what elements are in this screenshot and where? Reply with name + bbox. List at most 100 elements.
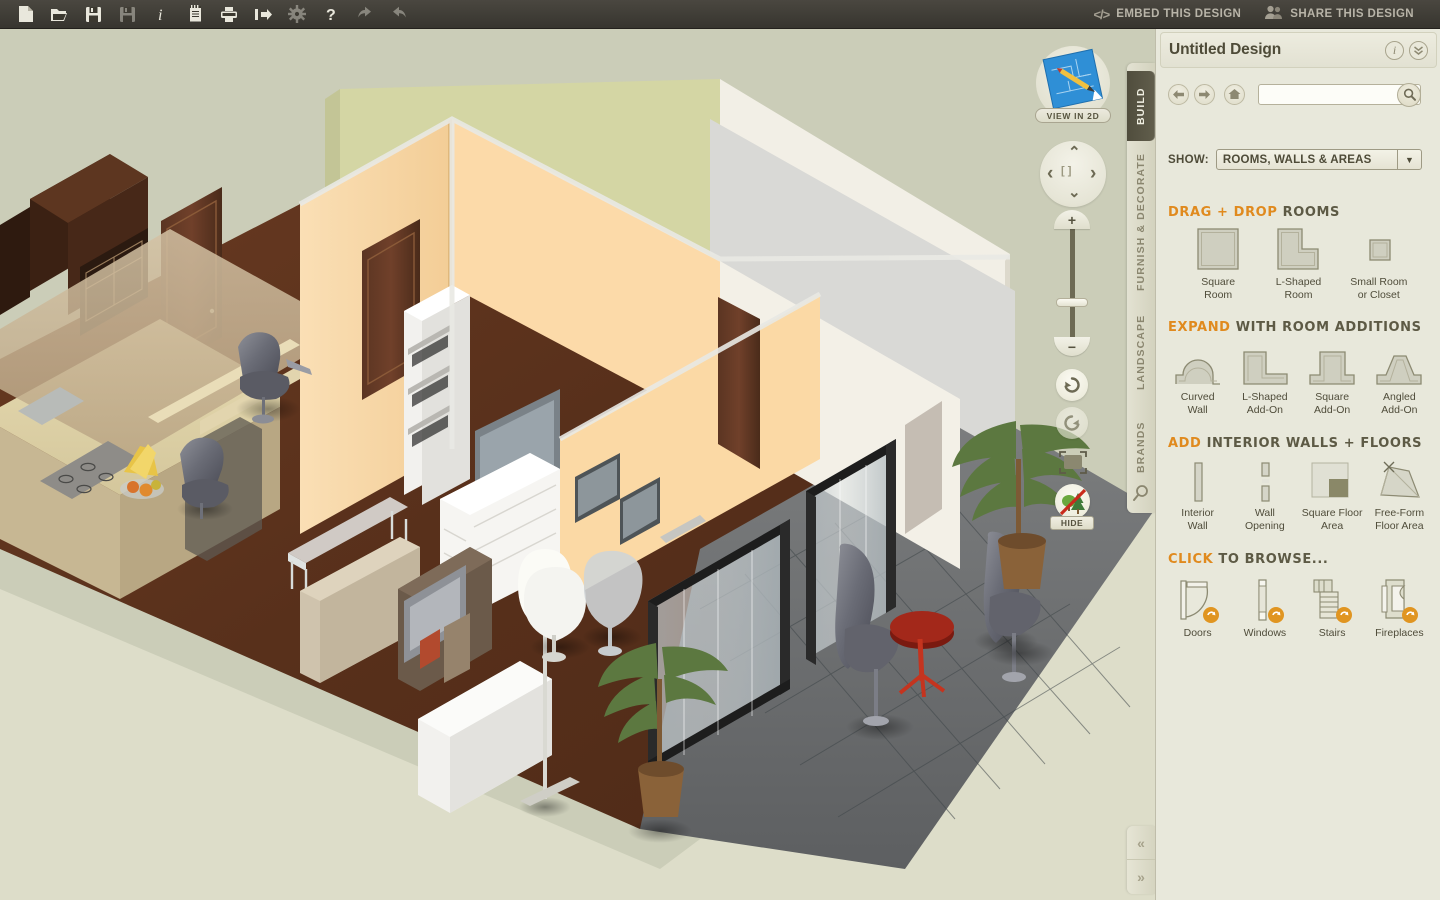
chevron-down-icon: ▼	[1396, 150, 1421, 169]
browse-windows[interactable]: Windows	[1231, 573, 1298, 640]
crop-icon	[1059, 451, 1087, 474]
pan-left-button[interactable]: ‹	[1047, 164, 1053, 183]
tool-label: Curved Wall	[1180, 391, 1215, 416]
section-drag-drop-rooms: DRAG + DROP ROOMS Square Room L-Shaped R…	[1156, 205, 1440, 301]
arrow-left-icon	[1173, 89, 1184, 99]
heading-accent: DRAG + DROP	[1168, 205, 1278, 220]
view-in-2d-label[interactable]: VIEW IN 2D	[1035, 108, 1111, 123]
section-interior-walls-floors: ADD INTERIOR WALLS + FLOORS Interior Wal…	[1156, 436, 1440, 532]
vtab-furnish-decorate[interactable]: FURNISH & DECORATE	[1127, 149, 1155, 295]
pan-up-button[interactable]: ⌃	[1068, 145, 1081, 160]
new-file-icon[interactable]	[8, 0, 42, 29]
crop-view-button[interactable]	[1056, 448, 1090, 478]
vtab-build[interactable]: BUILD	[1127, 71, 1155, 141]
tool-angled-add-on[interactable]: Angled Add-On	[1366, 341, 1433, 416]
heading-rest: WITH ROOM ADDITIONS	[1230, 320, 1422, 335]
fireplace-icon	[1374, 573, 1424, 625]
pan-center-button[interactable]: [ ]	[1061, 166, 1071, 177]
expand-panel-icon[interactable]	[1409, 40, 1428, 60]
collapse-previous-button[interactable]: «	[1127, 827, 1155, 860]
info-circle-icon[interactable]: i	[1385, 40, 1404, 60]
undo-icon[interactable]	[348, 0, 382, 29]
section-items: Interior Wall Wall Opening Square Floor …	[1156, 457, 1440, 532]
show-selected-value: ROOMS, WALLS & AREAS	[1222, 153, 1372, 166]
tool-l-shaped-room[interactable]: L-Shaped Room	[1258, 226, 1338, 301]
l-shaped-room-icon	[1275, 226, 1321, 272]
browse-fireplaces[interactable]: Fireplaces	[1366, 573, 1433, 640]
vtab-landscape[interactable]: LANDSCAPE	[1127, 301, 1155, 403]
heading-accent: CLICK	[1168, 552, 1214, 567]
heading-rest: ROOMS	[1277, 205, 1341, 220]
toolbar-actions: </> EMBED THIS DESIGN SHARE THIS DESIGN	[1081, 0, 1440, 29]
svg-text:i: i	[158, 7, 162, 23]
tool-curved-wall[interactable]: Curved Wall	[1164, 341, 1231, 416]
small-room-icon	[1356, 226, 1402, 272]
rotate-left-button[interactable]	[1056, 369, 1088, 401]
tool-label: L-Shaped Room	[1275, 276, 1322, 301]
open-folder-icon[interactable]	[42, 0, 76, 29]
canvas-search-icon[interactable]	[1131, 483, 1151, 505]
tool-label: Square Room	[1201, 276, 1236, 301]
angled-addon-icon	[1374, 341, 1424, 387]
pan-right-button[interactable]: ›	[1090, 164, 1096, 183]
tool-label: Angled Add-On	[1381, 391, 1418, 416]
section-items: Curved Wall L-Shaped Add-On Square Add-O…	[1156, 341, 1440, 416]
hide-plants-toggle[interactable]	[1055, 484, 1090, 519]
rotate-right-button[interactable]	[1056, 407, 1088, 439]
tool-label: Small Room or Closet	[1350, 276, 1408, 301]
panel-search-input[interactable]	[1259, 85, 1397, 104]
export-icon[interactable]	[246, 0, 280, 29]
nav-home-button[interactable]	[1224, 83, 1245, 105]
rotate-ccw-icon	[1064, 377, 1080, 393]
notes-icon[interactable]	[178, 0, 212, 29]
tool-label: Wall Opening	[1245, 507, 1285, 532]
share-design-button[interactable]: SHARE THIS DESIGN	[1253, 0, 1426, 29]
settings-gear-icon[interactable]	[280, 0, 314, 29]
show-select[interactable]: ROOMS, WALLS & AREAS ▼	[1215, 149, 1422, 170]
browse-doors[interactable]: Doors	[1164, 573, 1231, 640]
floorplan-3d-render	[0, 29, 1155, 900]
tool-small-room-or-closet[interactable]: Small Room or Closet	[1339, 226, 1419, 301]
print-icon[interactable]	[212, 0, 246, 29]
tool-label: Free-Form Floor Area	[1374, 507, 1425, 532]
heading-accent: ADD	[1168, 436, 1202, 451]
svg-text:?: ?	[326, 7, 336, 23]
help-icon[interactable]: ?	[314, 0, 348, 29]
info-glyph: i	[1392, 42, 1397, 57]
save-icon[interactable]	[76, 0, 110, 29]
door-icon	[1173, 573, 1223, 625]
section-items: Doors Windows Stairs Fireplaces	[1156, 573, 1440, 640]
hide-label[interactable]: HIDE	[1050, 516, 1094, 530]
nav-back-button[interactable]	[1168, 83, 1189, 105]
tool-l-shaped-add-on[interactable]: L-Shaped Add-On	[1231, 341, 1298, 416]
browse-stairs[interactable]: Stairs	[1299, 573, 1366, 640]
zoom-slider-handle[interactable]	[1056, 298, 1088, 307]
pan-down-button[interactable]: ⌄	[1068, 185, 1081, 200]
design-canvas-3d[interactable]	[0, 29, 1155, 900]
nav-forward-button[interactable]	[1194, 83, 1215, 105]
tool-square-floor-area[interactable]: Square Floor Area	[1299, 457, 1366, 532]
freeform-floor-icon	[1375, 457, 1423, 503]
panel-search-button[interactable]	[1397, 82, 1421, 107]
heading-rest: INTERIOR WALLS + FLOORS	[1201, 436, 1423, 451]
tool-square-add-on[interactable]: Square Add-On	[1299, 341, 1366, 416]
stairs-icon	[1307, 573, 1357, 625]
embed-design-button[interactable]: </> EMBED THIS DESIGN	[1081, 0, 1253, 29]
info-icon[interactable]: i	[144, 0, 178, 29]
vtab-brands[interactable]: BRANDS	[1127, 409, 1155, 485]
tool-free-form-floor-area[interactable]: Free-Form Floor Area	[1366, 457, 1433, 532]
tool-interior-wall[interactable]: Interior Wall	[1164, 457, 1231, 532]
tool-wall-opening[interactable]: Wall Opening	[1231, 457, 1298, 532]
tool-label: Fireplaces	[1375, 627, 1424, 639]
zoom-slider-track[interactable]	[1070, 225, 1075, 343]
tool-square-room[interactable]: Square Room	[1178, 226, 1258, 301]
tool-label: Square Add-On	[1314, 391, 1351, 416]
section-click-to-browse: CLICK TO BROWSE... Doors Windows Stairs …	[1156, 552, 1440, 640]
collapse-next-button[interactable]: »	[1127, 860, 1155, 893]
panel-search-wrapper	[1258, 82, 1421, 107]
save-as-icon[interactable]	[110, 0, 144, 29]
section-heading: EXPAND WITH ROOM ADDITIONS	[1156, 320, 1440, 335]
pan-control-pad[interactable]: ⌃ ⌄ ‹ › [ ]	[1040, 141, 1106, 207]
section-heading: ADD INTERIOR WALLS + FLOORS	[1156, 436, 1440, 451]
redo-icon[interactable]	[382, 0, 416, 29]
